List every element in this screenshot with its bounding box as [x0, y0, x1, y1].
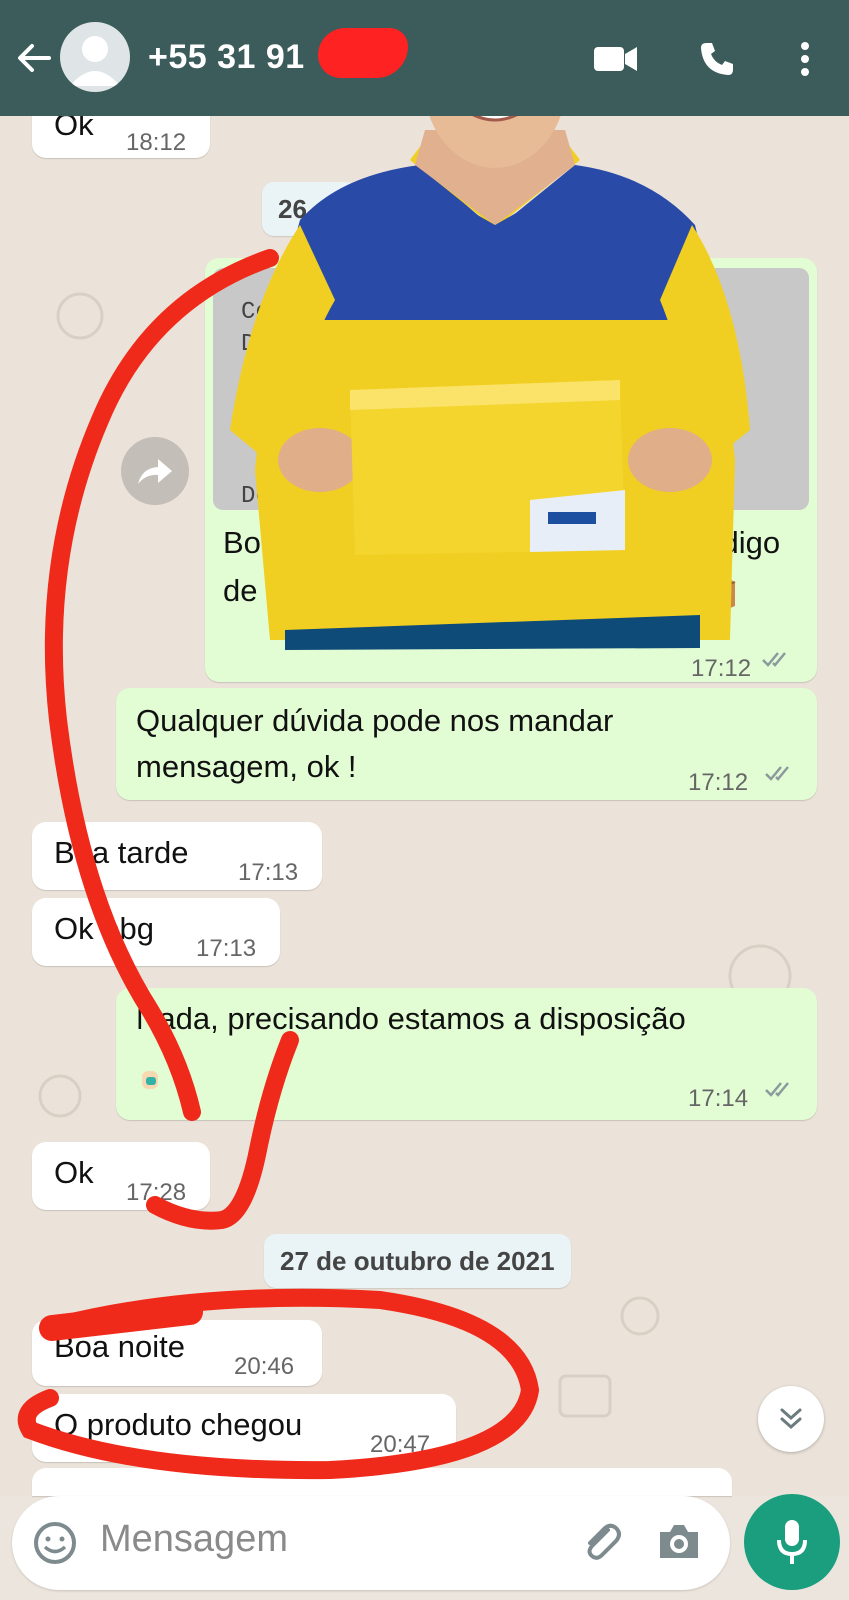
contact-name[interactable]: +55 31 91 [148, 38, 305, 77]
voice-message-button[interactable] [744, 1494, 840, 1590]
menu-button[interactable] [782, 36, 828, 82]
message-time: 17:13 [238, 859, 299, 886]
hand-emoji-icon [140, 1058, 162, 1089]
forward-button[interactable] [121, 437, 189, 505]
message-text: Ok [54, 1155, 94, 1190]
camera-icon [660, 1525, 698, 1558]
phone-icon [701, 43, 733, 75]
incoming-message[interactable]: Boa noite 20:46 [32, 1320, 322, 1386]
incoming-message[interactable]: Ok obg 17:13 [32, 898, 280, 966]
outgoing-message[interactable]: Qualquer dúvida pode nos mandar mensagem… [116, 688, 817, 800]
message-text: Boa noite [54, 1329, 185, 1364]
message-input[interactable]: Mensagem [100, 1518, 288, 1561]
message-text: Ok obg [54, 911, 154, 946]
paperclip-icon [587, 1523, 621, 1560]
message-time: 20:47 [370, 1431, 431, 1458]
voice-call-button[interactable] [694, 36, 740, 82]
message-time: 17:13 [196, 935, 257, 962]
emoji-button[interactable] [32, 1520, 78, 1566]
microphone-icon [777, 1520, 807, 1564]
message-text: mensagem, ok ! [136, 749, 357, 784]
message-text: Nada, precisando estamos a disposição [136, 1001, 686, 1036]
incoming-message[interactable]: Ok 17:28 [32, 1142, 210, 1210]
outgoing-message[interactable]: Nada, precisando estamos a disposição 17… [116, 988, 817, 1120]
message-time: 18:12 [126, 129, 187, 156]
incoming-message-partial[interactable] [32, 1468, 732, 1496]
incoming-message[interactable]: O produto chegou 20:47 [32, 1394, 456, 1462]
read-ticks-icon [765, 766, 789, 781]
default-avatar-icon [70, 36, 120, 86]
redaction-mark [318, 28, 408, 78]
message-text: Boa tarde [54, 835, 189, 870]
message-text: O produto chegou [54, 1407, 303, 1442]
date-separator: 27 de outubro de 2021 [264, 1234, 571, 1288]
double-chevron-down-icon [780, 1408, 802, 1430]
contact-avatar[interactable] [60, 22, 130, 92]
message-time: 17:28 [126, 1179, 187, 1206]
incoming-message[interactable]: Boa tarde 17:13 [32, 822, 322, 890]
message-composer[interactable]: Mensagem [12, 1496, 730, 1590]
message-time: 17:14 [688, 1085, 749, 1112]
video-call-button[interactable] [593, 36, 639, 82]
message-time: 20:46 [234, 1353, 295, 1380]
emoji-icon [34, 1522, 76, 1564]
forward-arrow-icon [138, 459, 172, 484]
camera-button[interactable] [656, 1520, 702, 1564]
message-time: 17:12 [688, 769, 749, 796]
back-button[interactable] [14, 38, 54, 78]
video-camera-icon [594, 47, 637, 71]
attach-button[interactable] [578, 1518, 626, 1566]
read-ticks-icon [762, 652, 786, 667]
arrow-left-icon [18, 44, 51, 72]
scroll-to-bottom-button[interactable] [758, 1386, 824, 1452]
read-ticks-icon [765, 1082, 789, 1097]
chat-header: +55 31 91 [0, 0, 849, 116]
message-text: Qualquer dúvida pode nos mandar [136, 703, 614, 738]
more-vertical-icon [801, 42, 809, 76]
